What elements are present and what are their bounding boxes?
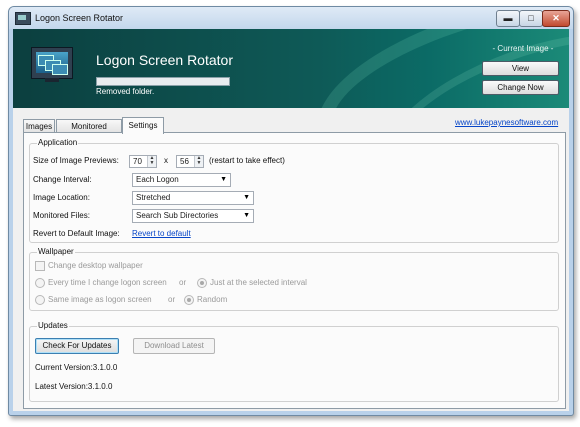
every-time-label: Every time I change logon screen: [48, 278, 167, 287]
image-location-label: Image Location:: [33, 193, 90, 202]
updates-group-title: Updates: [37, 321, 69, 330]
view-button[interactable]: View: [482, 61, 559, 76]
random-label: Random: [197, 295, 228, 304]
dropdown-arrow-icon: ▼: [243, 194, 250, 201]
maximize-button[interactable]: □: [519, 10, 543, 27]
change-desktop-label: Change desktop wallpaper: [48, 261, 143, 270]
preview-size-label: Size of Image Previews:: [33, 156, 119, 165]
or-text-2: or: [168, 295, 176, 304]
status-text: Removed folder.: [96, 87, 155, 96]
title-bar[interactable]: Logon Screen Rotator ▬ □ ✕: [9, 7, 573, 29]
monitor-logo-icon: [31, 47, 73, 83]
revert-to-default-link[interactable]: Revert to default: [132, 229, 191, 238]
revert-label: Revert to Default Image:: [33, 229, 120, 238]
image-location-value: Stretched: [136, 193, 171, 202]
app-icon: [15, 12, 31, 25]
check-for-updates-button[interactable]: Check For Updates: [35, 338, 119, 354]
window-title: Logon Screen Rotator: [35, 13, 124, 23]
or-text-1: or: [179, 278, 187, 287]
same-image-label: Same image as logon screen: [48, 295, 152, 304]
change-desktop-checkbox[interactable]: [35, 261, 45, 271]
tab-images[interactable]: Images: [23, 119, 55, 133]
main-area: Images Monitored Folders Settings www.lu…: [13, 108, 569, 411]
spinner-arrows-icon[interactable]: ▲ ▼: [194, 156, 203, 167]
change-now-button[interactable]: Change Now: [482, 80, 559, 95]
progress-bar: [96, 77, 230, 86]
application-group: Application Size of Image Previews: 70 ▲…: [29, 138, 559, 243]
spinner-arrows-icon[interactable]: ▲ ▼: [147, 156, 156, 167]
app-window: Logon Screen Rotator ▬ □ ✕ Logon Screen …: [8, 6, 574, 416]
preview-width-spinner[interactable]: 70 ▲ ▼: [129, 155, 157, 168]
tab-settings[interactable]: Settings: [122, 117, 164, 134]
tab-monitored-folders[interactable]: Monitored Folders: [56, 119, 122, 144]
monitored-files-label: Monitored Files:: [33, 211, 90, 220]
website-link[interactable]: www.lukepaynesoftware.com: [455, 118, 558, 127]
monitored-files-value: Search Sub Directories: [136, 211, 219, 220]
wallpaper-group: Wallpaper Change desktop wallpaper Every…: [29, 247, 559, 311]
selected-interval-label: Just at the selected interval: [210, 278, 307, 287]
same-image-radio[interactable]: [35, 295, 45, 305]
download-latest-button[interactable]: Download Latest: [133, 338, 215, 354]
preview-note: (restart to take effect): [209, 156, 285, 165]
close-button[interactable]: ✕: [542, 10, 570, 27]
image-location-select[interactable]: Stretched ▼: [132, 191, 254, 205]
app-title: Logon Screen Rotator: [96, 52, 233, 68]
minimize-button[interactable]: ▬: [496, 10, 520, 27]
current-version-text: Current Version:3.1.0.0: [35, 363, 118, 372]
change-interval-label: Change Interval:: [33, 175, 92, 184]
updates-group: Updates Check For Updates Download Lates…: [29, 321, 559, 402]
every-time-radio[interactable]: [35, 278, 45, 288]
settings-panel: Application Size of Image Previews: 70 ▲…: [23, 132, 566, 409]
preview-width-value: 70: [133, 157, 142, 166]
change-interval-select[interactable]: Each Logon ▼: [132, 173, 231, 187]
selected-interval-radio[interactable]: [197, 278, 207, 288]
latest-version-text: Latest Version:3.1.0.0: [35, 382, 113, 391]
preview-x-label: x: [164, 156, 168, 165]
current-image-label: - Current Image -: [492, 44, 554, 53]
random-radio[interactable]: [184, 295, 194, 305]
preview-height-spinner[interactable]: 56 ▲ ▼: [176, 155, 204, 168]
monitored-files-select[interactable]: Search Sub Directories ▼: [132, 209, 254, 223]
application-group-title: Application: [37, 138, 79, 147]
change-interval-value: Each Logon: [136, 175, 179, 184]
app-header: Logon Screen Rotator Removed folder. - C…: [13, 29, 569, 108]
dropdown-arrow-icon: ▼: [220, 176, 227, 183]
dropdown-arrow-icon: ▼: [243, 212, 250, 219]
preview-height-value: 56: [180, 157, 189, 166]
wallpaper-group-title: Wallpaper: [37, 247, 75, 256]
